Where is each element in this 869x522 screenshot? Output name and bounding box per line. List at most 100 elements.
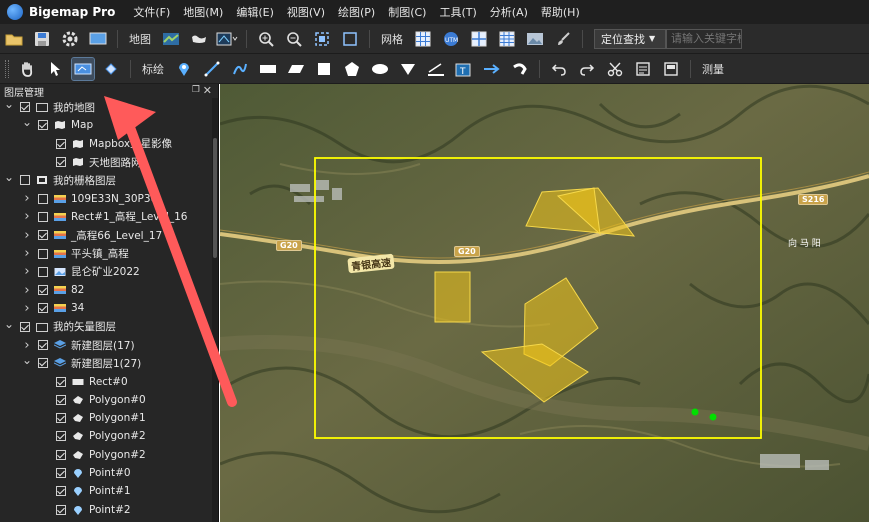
layer-visibility-checkbox[interactable]	[38, 303, 48, 314]
chevron-right-icon[interactable]: ›	[22, 283, 32, 298]
layer-visibility-checkbox[interactable]	[38, 248, 48, 259]
draw-pentagon-button[interactable]	[341, 58, 363, 80]
chevron-down-icon[interactable]: ⌄	[4, 318, 14, 331]
layer-visibility-checkbox[interactable]	[38, 211, 48, 222]
draw-arrow-button[interactable]	[481, 58, 503, 80]
rectangle-select-button[interactable]	[71, 56, 95, 81]
layer-tree-row[interactable]: › 82	[0, 281, 218, 299]
draw-square-button[interactable]	[313, 58, 335, 80]
layer-visibility-checkbox[interactable]	[56, 504, 66, 515]
redo-button[interactable]	[576, 58, 598, 80]
undo-button[interactable]	[548, 58, 570, 80]
zoom-out-button[interactable]	[283, 28, 305, 50]
float-panel-icon[interactable]: ❐	[192, 85, 200, 95]
point-0[interactable]	[691, 408, 699, 416]
point-1[interactable]	[709, 413, 717, 421]
layer-tree-row[interactable]: ⌄ 我的地图	[0, 98, 218, 116]
settings-button[interactable]	[59, 28, 81, 50]
layer-visibility-checkbox[interactable]	[56, 449, 66, 460]
layer-visibility-checkbox[interactable]	[38, 340, 48, 350]
layer-visibility-checkbox[interactable]	[56, 413, 66, 424]
draw-curved-arrow-button[interactable]	[509, 58, 531, 80]
rect-0[interactable]	[434, 271, 471, 323]
image-button[interactable]	[524, 28, 546, 50]
close-icon[interactable]: ✕	[203, 84, 212, 97]
layer-tree-row[interactable]: Polygon#0	[0, 391, 218, 409]
locate-select[interactable]: 定位查找 ▼	[594, 28, 666, 49]
chevron-down-icon[interactable]: ⌄	[22, 354, 32, 367]
layer-tree-row[interactable]: Polygon#2	[0, 427, 218, 445]
chevron-right-icon[interactable]: ›	[22, 246, 32, 261]
measure-label[interactable]: 测量	[702, 61, 724, 77]
layer-tree-row[interactable]: › 平头镇_高程	[0, 244, 218, 262]
draw-rect-button[interactable]	[257, 58, 279, 80]
base-map-dropdown[interactable]	[216, 28, 238, 50]
screenshot-button[interactable]	[87, 28, 109, 50]
draw-line-button[interactable]	[201, 58, 223, 80]
layer-visibility-checkbox[interactable]	[56, 157, 66, 168]
layer-visibility-checkbox[interactable]	[38, 193, 48, 204]
menu-draw[interactable]: 绘图(P)	[338, 4, 375, 20]
chevron-right-icon[interactable]: ›	[22, 209, 32, 224]
layer-tree-row[interactable]: ⌄ 我的矢量图层	[0, 318, 218, 336]
layer-tree-row[interactable]: Polygon#2	[0, 446, 218, 464]
layer-tree-row[interactable]: ⌄ 我的栅格图层	[0, 171, 218, 189]
layer-tree-row[interactable]: Polygon#1	[0, 409, 218, 427]
draw-parallelogram-button[interactable]	[285, 58, 307, 80]
layer-tree-row[interactable]: ⌄ Map	[0, 116, 218, 134]
pan-button[interactable]	[16, 58, 38, 80]
layer-visibility-checkbox[interactable]	[56, 486, 66, 497]
menu-map[interactable]: 地图(M)	[183, 4, 223, 20]
layer-visibility-checkbox[interactable]	[38, 120, 48, 131]
chevron-right-icon[interactable]: ›	[22, 228, 32, 243]
grid-button[interactable]	[412, 28, 434, 50]
layer-tree-row[interactable]: Mapbox卫星影像	[0, 135, 218, 153]
layer-tree-row[interactable]: › 新建图层(17)	[0, 336, 218, 354]
layer-panel-scrollbar[interactable]	[212, 98, 218, 522]
map-canvas[interactable]: 青银高速 G20 G20 S216 向 马 阳	[220, 84, 869, 522]
layer-tree-row[interactable]: › _高程66_Level_17	[0, 226, 218, 244]
satellite-map-button[interactable]	[160, 28, 182, 50]
menu-view[interactable]: 视图(V)	[287, 4, 325, 20]
toolbar-grip[interactable]	[5, 59, 9, 78]
layer-visibility-checkbox[interactable]	[56, 431, 66, 442]
menu-file[interactable]: 文件(F)	[133, 4, 170, 20]
menu-analysis[interactable]: 分析(A)	[490, 4, 528, 20]
chevron-right-icon[interactable]: ›	[22, 264, 32, 279]
layer-tree-row[interactable]: ⌄ 新建图层1(27)	[0, 354, 218, 372]
layer-tree-row[interactable]: › 昆仑矿业2022	[0, 263, 218, 281]
export-button[interactable]	[660, 58, 682, 80]
draw-label-button[interactable]: T	[453, 58, 475, 80]
layer-visibility-checkbox[interactable]	[56, 468, 66, 479]
layer-visibility-checkbox[interactable]	[38, 285, 48, 296]
draw-point-button[interactable]	[173, 58, 195, 80]
draw-text-button[interactable]	[425, 58, 447, 80]
layer-visibility-checkbox[interactable]	[20, 102, 30, 113]
layer-visibility-checkbox[interactable]	[20, 175, 30, 186]
layer-visibility-checkbox[interactable]	[38, 266, 48, 277]
layer-tree-row[interactable]: 天地图路网	[0, 153, 218, 171]
save-button[interactable]	[31, 28, 53, 50]
utm-grid-button[interactable]: UTM	[440, 28, 462, 50]
fit-view-button[interactable]	[339, 28, 361, 50]
layer-tree-row[interactable]: › 109E33N_30P30	[0, 189, 218, 207]
menu-cartography[interactable]: 制图(C)	[388, 4, 426, 20]
full-extent-button[interactable]	[311, 28, 333, 50]
chevron-right-icon[interactable]: ›	[22, 301, 32, 316]
menu-help[interactable]: 帮助(H)	[541, 4, 580, 20]
layer-visibility-checkbox[interactable]	[38, 358, 48, 369]
scrollbar-thumb[interactable]	[213, 138, 217, 258]
mapsheet-grid-button[interactable]	[468, 28, 490, 50]
polygon-select-button[interactable]	[100, 58, 122, 80]
layer-tree-row[interactable]: › 34	[0, 299, 218, 317]
chevron-right-icon[interactable]: ›	[22, 191, 32, 206]
select-button[interactable]	[44, 58, 66, 80]
layer-tree-row[interactable]: Point#2	[0, 501, 218, 519]
chevron-down-icon[interactable]: ⌄	[4, 171, 14, 184]
layer-tree-row[interactable]: Point#1	[0, 482, 218, 500]
layer-tree-row[interactable]: Rect#0	[0, 372, 218, 390]
layer-visibility-checkbox[interactable]	[56, 376, 66, 387]
layer-visibility-checkbox[interactable]	[56, 394, 66, 405]
world-map-button[interactable]	[188, 28, 210, 50]
chevron-down-icon[interactable]: ⌄	[22, 116, 32, 129]
